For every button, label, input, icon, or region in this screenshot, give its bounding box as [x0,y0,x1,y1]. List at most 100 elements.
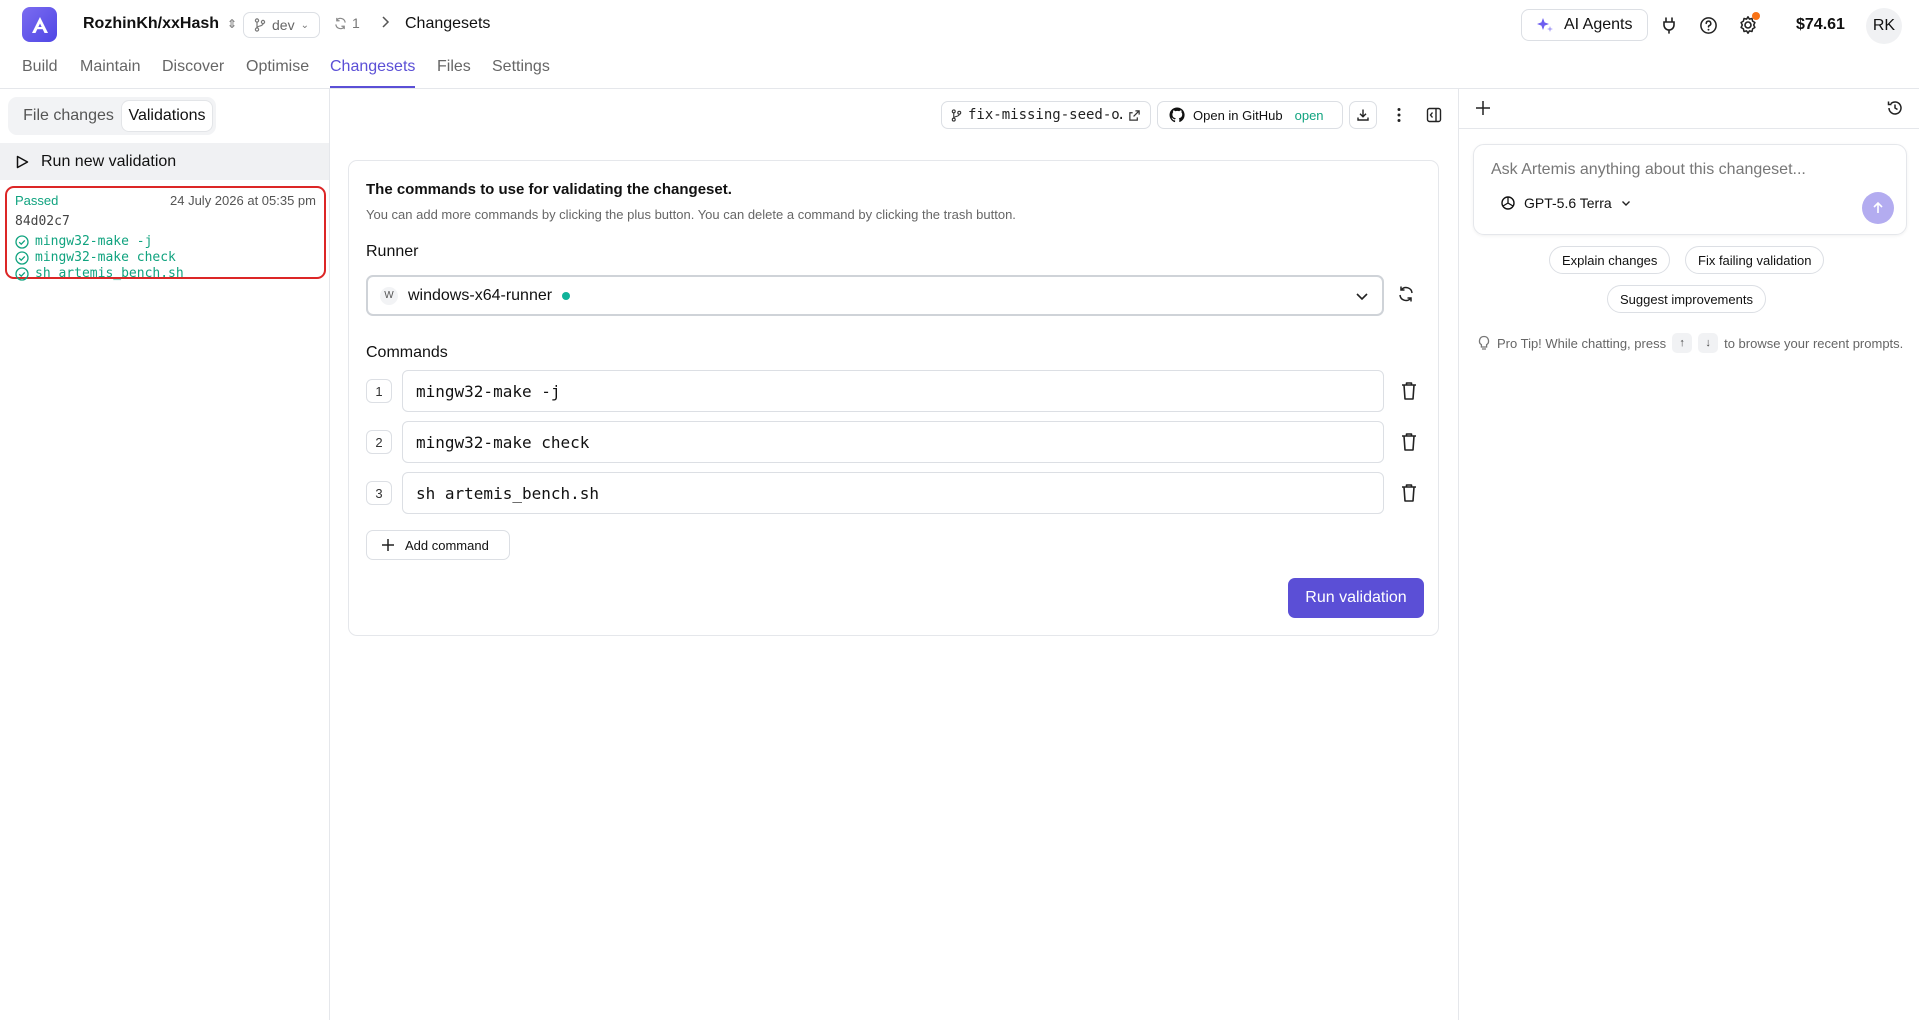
chevron-right-icon [380,15,390,33]
validation-status: Passed [15,193,59,208]
history-clock-icon[interactable] [1886,99,1904,121]
user-avatar[interactable]: RK [1866,8,1902,44]
key-up: ↑ [1672,333,1693,353]
help-icon[interactable] [1695,12,1721,38]
plug-icon[interactable] [1656,12,1682,38]
check-circle-icon [15,250,29,265]
assistant-panel: Ask Artemis anything about this changese… [1458,89,1919,1020]
tab-files[interactable]: Files [437,58,471,88]
commands-label: Commands [366,344,448,361]
refresh-runners-icon[interactable] [1397,285,1415,307]
chevron-down-icon: ⌄ [300,19,309,31]
model-selector[interactable]: GPT-5.6 Terra [1500,195,1632,211]
send-button[interactable] [1862,192,1894,224]
trash-icon[interactable] [1399,380,1419,402]
suggestion-suggest-improvements[interactable]: Suggest improvements [1607,285,1766,313]
run-new-validation-button[interactable]: Run new validation [0,143,329,180]
account-balance[interactable]: $74.61 [1796,16,1845,34]
runner-value: windows-x64-runner [408,286,553,304]
tab-discover[interactable]: Discover [162,58,224,88]
tab-changesets[interactable]: Changesets [330,58,416,88]
chat-input-placeholder[interactable]: Ask Artemis anything about this changese… [1491,161,1806,179]
changeset-branch-link[interactable]: fix-missing-seed-o… [941,101,1151,129]
command-row: 3 sh artemis_bench.sh [366,472,1421,514]
view-segmented-control: File changes Validations [8,97,216,135]
toggle-side-panel-icon[interactable] [1423,104,1445,126]
key-down: ↓ [1698,333,1719,353]
sync-status[interactable]: 1 [334,15,360,31]
check-circle-icon [15,234,29,249]
tab-maintain[interactable]: Maintain [80,58,140,88]
suggestion-explain-changes[interactable]: Explain changes [1549,246,1671,274]
segment-validations[interactable]: Validations [122,101,212,131]
more-options-icon[interactable] [1389,104,1409,126]
command-row: 2 mingw32-make check [366,421,1421,463]
ai-agents-label: AI Agents [1564,16,1633,33]
command-number: 3 [366,481,392,505]
runner-os-badge: W [380,286,398,305]
openai-logo-icon [1501,196,1515,210]
git-branch-icon [254,18,266,32]
tab-build[interactable]: Build [22,58,58,88]
lightbulb-icon [1478,335,1490,350]
validation-form-card: The commands to use for validating the c… [348,160,1439,636]
validation-command-item: mingw32-make -j [15,234,152,249]
validations-sidebar: File changes Validations Run new validat… [0,89,330,1020]
arrow-up-icon [1873,201,1883,213]
validation-date: 24 July 2026 at 05:35 pm [170,193,316,208]
command-input[interactable]: sh artemis_bench.sh [402,472,1384,514]
validation-commit-hash: 84d02c7 [15,214,70,229]
chevron-updown-icon: ⇕ [227,17,238,31]
chevron-down-icon [1621,201,1630,206]
git-branch-icon [951,108,962,122]
run-new-validation-label: Run new validation [41,152,177,170]
command-number: 1 [366,379,392,403]
model-name: GPT-5.6 Terra [1524,195,1612,211]
sync-count: 1 [352,15,360,31]
notification-dot [1752,12,1760,20]
segment-file-changes[interactable]: File changes [12,101,125,131]
pro-tip: Pro Tip! While chatting, press ↑ ↓ to br… [1477,333,1903,353]
validation-command-text: mingw32-make check [35,250,176,265]
validation-command-text: mingw32-make -j [35,234,153,249]
play-icon [16,155,29,168]
validation-run-card[interactable]: Passed 24 July 2026 at 05:35 pm 84d02c7 … [5,186,326,281]
branch-name: dev [272,17,295,33]
branch-chip-label: fix-missing-seed-o… [968,107,1122,123]
main-nav-tabs: Build Maintain Discover Optimise Changes… [0,50,1919,89]
settings-gear-icon[interactable] [1735,12,1761,38]
repo-selector[interactable]: RozhinKh/xxHash ⇕ [83,15,237,33]
branch-selector[interactable]: dev ⌄ [243,12,320,38]
tab-settings[interactable]: Settings [492,58,550,88]
add-command-button[interactable]: Add command [366,530,510,560]
app-logo[interactable] [22,7,57,42]
check-circle-icon [15,266,29,281]
ai-agents-button[interactable]: AI Agents [1521,9,1648,41]
download-button[interactable] [1349,101,1377,129]
tip-prefix: Pro Tip! While chatting, press [1497,335,1667,351]
command-input[interactable]: mingw32-make -j [402,370,1384,412]
sync-icon [335,17,346,29]
open-in-github-button[interactable]: Open in GitHub open [1157,101,1343,129]
form-subtitle: You can add more commands by clicking th… [366,207,1016,222]
run-validation-button[interactable]: Run validation [1288,578,1424,618]
runner-select[interactable]: W windows-x64-runner [366,275,1384,316]
validation-command-item: sh artemis_bench.sh [15,266,184,281]
command-row: 1 mingw32-make -j [366,370,1421,412]
download-icon [1357,109,1369,121]
form-title: The commands to use for validating the c… [366,181,732,198]
command-input[interactable]: mingw32-make check [402,421,1384,463]
new-chat-plus-icon[interactable] [1475,99,1491,119]
suggestion-fix-failing-validation[interactable]: Fix failing validation [1685,246,1825,274]
chat-input-box[interactable]: Ask Artemis anything about this changese… [1473,144,1907,235]
assistant-panel-header [1459,89,1919,129]
trash-icon[interactable] [1399,482,1419,504]
tab-optimise[interactable]: Optimise [246,58,309,88]
github-label: Open in GitHub [1193,107,1283,123]
add-command-label: Add command [405,537,489,553]
validation-command-item: mingw32-make check [15,250,176,265]
plus-icon [382,539,394,551]
command-number: 2 [366,430,392,454]
pr-state-badge: open [1294,107,1324,123]
trash-icon[interactable] [1399,431,1419,453]
